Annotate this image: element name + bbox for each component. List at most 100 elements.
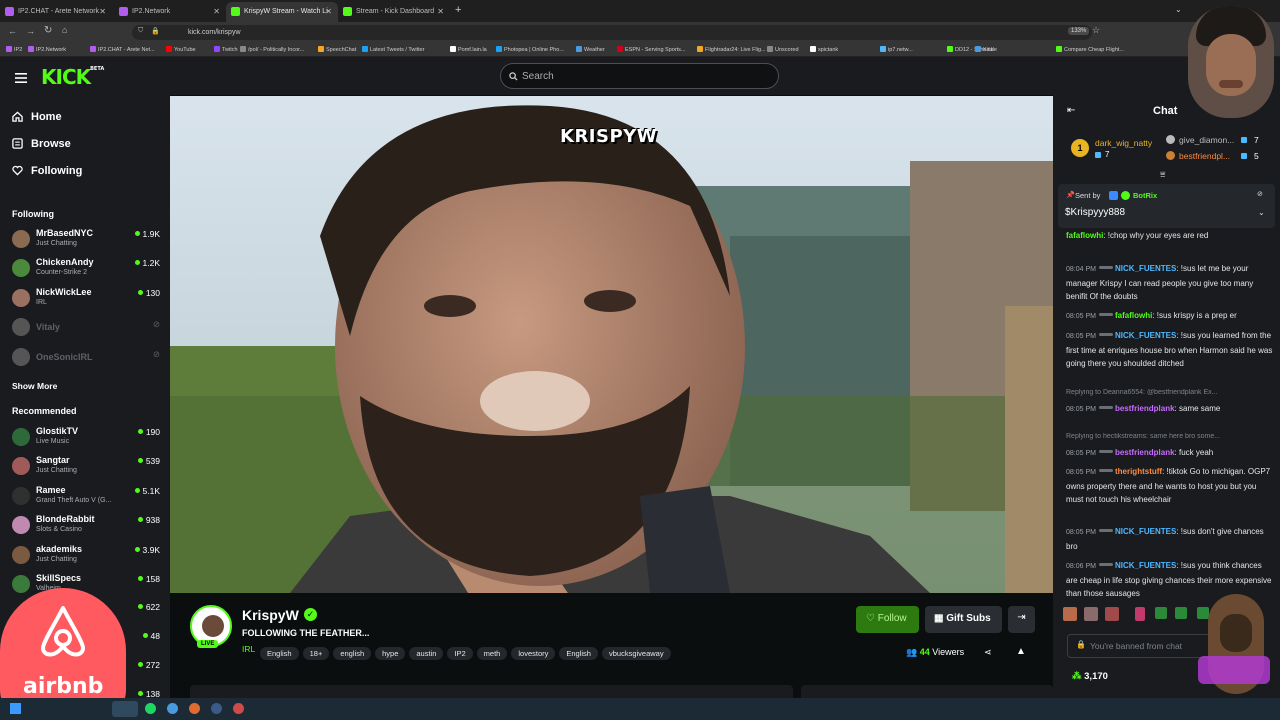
steam-icon[interactable] bbox=[211, 703, 222, 714]
chat-message[interactable]: 08:05 PM bestfriendplank: same same bbox=[1066, 402, 1274, 417]
chat-username[interactable]: NICK_FUENTES bbox=[1115, 264, 1176, 273]
bookmark-item[interactable]: Weather bbox=[576, 46, 605, 53]
close-icon[interactable]: ✕ bbox=[99, 7, 106, 16]
sidebar-channel[interactable]: BlondeRabbit Slots & Casino 938 bbox=[12, 513, 160, 541]
bookmark-star-icon[interactable]: ☆ bbox=[1092, 25, 1100, 36]
tag-chip[interactable]: English bbox=[559, 647, 598, 660]
tag-chip[interactable]: austin bbox=[409, 647, 444, 660]
close-icon[interactable]: ✕ bbox=[325, 7, 332, 16]
bookmark-item[interactable]: IP2.Network bbox=[28, 46, 66, 53]
back-icon[interactable]: ← bbox=[8, 26, 17, 36]
stream-category[interactable]: IRL bbox=[242, 644, 255, 654]
chat-username[interactable]: bestfriendplank bbox=[1115, 448, 1175, 457]
close-icon[interactable]: ✕ bbox=[437, 7, 444, 16]
sidebar-channel[interactable]: Vitaly ⊘ bbox=[12, 315, 160, 343]
chat-message[interactable]: 08:05 PM NICK_FUENTES: !sus don't give ch… bbox=[1066, 525, 1274, 553]
chat-username[interactable]: bestfriendplank bbox=[1115, 404, 1175, 413]
sidebar-channel[interactable]: GlostikTV Live Music 190 bbox=[12, 425, 160, 453]
nav-home[interactable]: Home bbox=[12, 111, 62, 123]
unpin-icon[interactable]: ⊘ bbox=[1257, 190, 1263, 198]
emote-icon[interactable] bbox=[1084, 607, 1098, 621]
new-tab-button[interactable]: + bbox=[455, 4, 461, 16]
nav-browse[interactable]: Browse bbox=[12, 138, 71, 150]
bookmark-item[interactable]: IP2.CHAT - Arete Net... bbox=[90, 46, 155, 53]
lock-icon[interactable]: 🔒 bbox=[151, 27, 160, 35]
tag-chip[interactable]: IP2 bbox=[447, 647, 473, 660]
gift-subs-button[interactable]: ▦ Gift Subs bbox=[925, 606, 1002, 633]
taskbar-app-icon[interactable] bbox=[112, 701, 138, 717]
taskbar-app-icon[interactable] bbox=[233, 703, 244, 714]
home-icon[interactable]: ⌂ bbox=[62, 25, 67, 35]
chat-username[interactable]: therightstuff bbox=[1115, 467, 1162, 476]
menu-icon[interactable] bbox=[15, 70, 27, 88]
pinned-message[interactable]: 📌 Sent by BotRix ⊘ $Krispyyy888 ⌄ bbox=[1058, 184, 1275, 228]
show-more-link[interactable]: Show More bbox=[12, 381, 57, 391]
emote-icon[interactable] bbox=[1135, 607, 1145, 621]
shield-icon[interactable]: ⛉ bbox=[138, 27, 143, 35]
bookmark-item[interactable]: YouTube bbox=[166, 46, 196, 53]
sidebar-channel[interactable]: ChickenAndy Counter-Strike 2 1.2K bbox=[12, 256, 160, 284]
bookmark-item[interactable]: SpeechChat bbox=[318, 46, 356, 53]
browser-tab[interactable]: Stream - Kick Dashboard ✕ bbox=[338, 2, 450, 22]
leader-name[interactable]: bestfriendpl... bbox=[1179, 151, 1230, 161]
chat-message[interactable]: 08:05 PM NICK_FUENTES: !sus you learned f… bbox=[1066, 329, 1274, 371]
url-input[interactable]: kick.com/krispyw bbox=[132, 25, 1092, 40]
chat-username[interactable]: NICK_FUENTES bbox=[1115, 527, 1176, 536]
more-options-button[interactable]: ⇥ bbox=[1008, 606, 1035, 633]
collapse-chat-icon[interactable]: ⇤ bbox=[1067, 105, 1075, 116]
tag-chip[interactable]: meth bbox=[476, 647, 508, 660]
zoom-level[interactable]: 133% bbox=[1068, 27, 1090, 35]
reload-icon[interactable]: ↻ bbox=[44, 25, 52, 36]
bookmark-item[interactable]: Photopea | Online Pho... bbox=[496, 46, 564, 53]
follow-button[interactable]: ♡ Follow bbox=[856, 606, 919, 633]
tag-chip[interactable]: hype bbox=[375, 647, 406, 660]
search-input[interactable]: Search bbox=[500, 63, 779, 89]
emote-icon[interactable] bbox=[1155, 607, 1167, 619]
reply-context[interactable]: Replying to Deanna6554: @bestfriendplank… bbox=[1066, 389, 1276, 396]
sidebar-channel[interactable]: Sangtar Just Chatting 539 bbox=[12, 454, 160, 482]
chat-message[interactable]: fafaflowhi: !chop why your eyes are red bbox=[1066, 229, 1274, 243]
taskbar-app-icon[interactable] bbox=[167, 703, 178, 714]
chat-message[interactable]: 08:05 PM fafaflowhi: !sus krispy is a pre… bbox=[1066, 309, 1274, 324]
tag-chip[interactable]: English bbox=[260, 647, 299, 660]
sidebar-channel[interactable]: akademiks Just Chatting 3.9K bbox=[12, 543, 160, 571]
leader-name[interactable]: dark_wig_natty bbox=[1095, 138, 1152, 148]
windows-start-icon[interactable] bbox=[10, 703, 21, 714]
share-icon[interactable]: ⋖ bbox=[984, 647, 992, 658]
kick-logo[interactable]: KICKBETA bbox=[41, 65, 104, 89]
sidebar-channel[interactable]: NickWickLee IRL 130 bbox=[12, 286, 160, 314]
chat-message[interactable]: 08:04 PM NICK_FUENTES: !sus let me be you… bbox=[1066, 262, 1274, 304]
bookmark-item[interactable]: Latest Tweets / Twitter bbox=[362, 46, 425, 53]
chat-username[interactable]: fafaflowhi bbox=[1066, 231, 1103, 240]
browser-tab-active[interactable]: KrispyW Stream - Watch Li ✕ bbox=[226, 2, 338, 22]
emote-icon[interactable] bbox=[1105, 607, 1119, 621]
bookmark-item[interactable]: IP2 bbox=[6, 46, 22, 53]
sidebar-channel[interactable]: OneSonicIRL ⊘ bbox=[12, 345, 160, 373]
bookmark-item[interactable]: spictank bbox=[810, 46, 838, 53]
video-player[interactable]: KRISPYW bbox=[170, 96, 1053, 593]
channel-points[interactable]: ⁂ 3,170 bbox=[1072, 671, 1108, 682]
bookmark-item[interactable]: /pol/ - Politically Incor... bbox=[240, 46, 304, 53]
tag-chip[interactable]: 18+ bbox=[302, 647, 330, 660]
bookmark-item[interactable]: Kick bbox=[975, 46, 993, 53]
bookmark-item[interactable]: ESPN - Serving Sports... bbox=[617, 46, 686, 53]
browser-tab[interactable]: IP2.Network ✕ bbox=[114, 2, 226, 22]
emote-icon[interactable] bbox=[1063, 607, 1077, 621]
chat-message[interactable]: 08:05 PM bestfriendplank: fuck yeah bbox=[1066, 446, 1274, 461]
nav-following[interactable]: Following bbox=[12, 165, 82, 177]
browser-tab[interactable]: IP2.CHAT - Arete Network ✕ bbox=[0, 2, 112, 22]
pinned-sender[interactable]: BotRix bbox=[1133, 191, 1157, 200]
expand-leaderboard-icon[interactable]: ⩸ bbox=[1160, 169, 1165, 180]
report-icon[interactable]: ▲ bbox=[1016, 646, 1026, 657]
channel-name[interactable]: KrispyW bbox=[242, 607, 299, 623]
firefox-icon[interactable] bbox=[189, 703, 200, 714]
leader-name[interactable]: give_diamon... bbox=[1179, 135, 1234, 145]
bookmark-item[interactable]: Compare Cheap Flight... bbox=[1056, 46, 1124, 53]
reply-context[interactable]: Replying to hectikstreams: same here bro… bbox=[1066, 433, 1276, 440]
emote-icon[interactable] bbox=[1175, 607, 1187, 619]
sidebar-channel[interactable]: MrBasedNYC Just Chatting 1.9K bbox=[12, 227, 160, 255]
sidebar-channel[interactable]: Ramee Grand Theft Auto V (G... 5.1K bbox=[12, 484, 160, 512]
close-icon[interactable]: ✕ bbox=[213, 7, 220, 16]
bookmark-item[interactable]: Flightradar24: Live Flig... bbox=[697, 46, 766, 53]
tab-list-icon[interactable]: ⌄ bbox=[1175, 5, 1182, 14]
